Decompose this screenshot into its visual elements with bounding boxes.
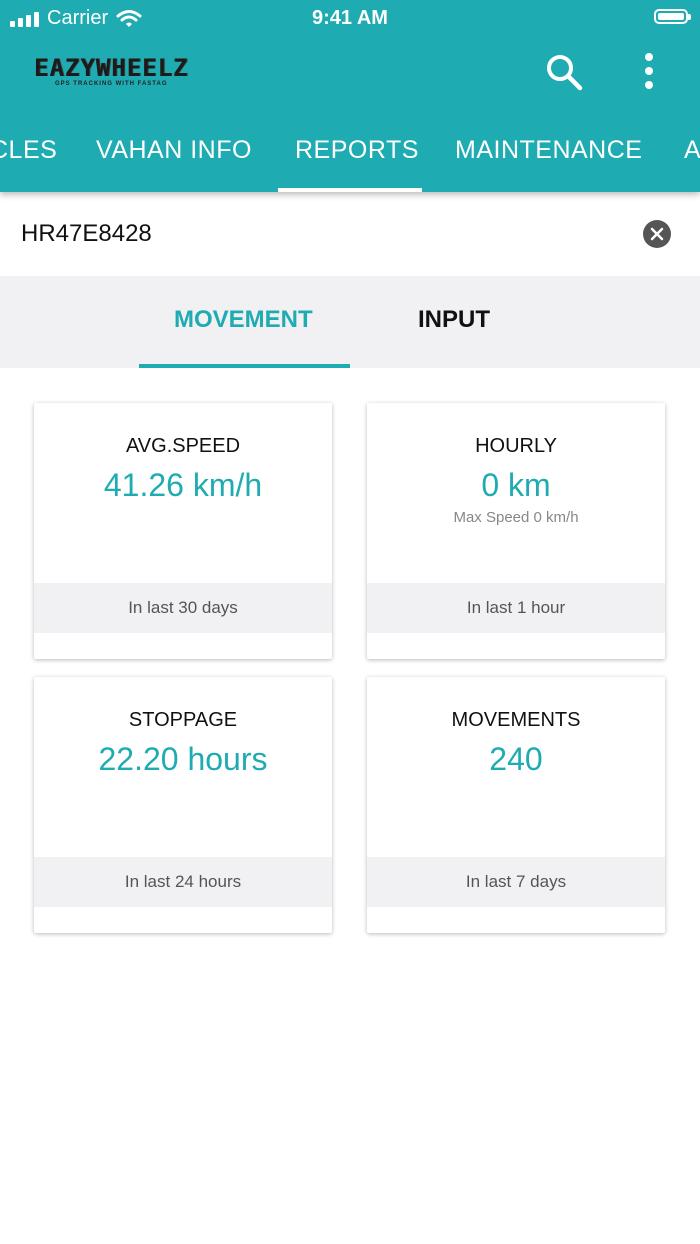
card-footer: In last 7 days [367, 857, 665, 907]
logo-text: EAZYWHEELZ [34, 54, 189, 82]
clear-vehicle-button[interactable] [643, 220, 671, 248]
vehicle-selector[interactable]: HR47E8428 [0, 192, 700, 276]
card-subtext: Max Speed 0 km/h [453, 509, 579, 526]
subtab-movement[interactable]: MOVEMENT [174, 306, 313, 334]
stoppage-card[interactable]: STOPPAGE 22.20 hours In last 24 hours [34, 677, 332, 933]
close-circle-icon [650, 227, 664, 241]
search-button[interactable] [544, 52, 584, 92]
card-footer: In last 24 hours [34, 857, 332, 907]
status-time: 9:41 AM [312, 7, 388, 29]
battery-icon [654, 9, 691, 24]
app-header: Carrier 9:41 AM EAZYWHEELZ GPS TRACKING … [0, 0, 700, 192]
card-footer: In last 1 hour [367, 583, 665, 633]
tab-reports[interactable]: REPORTS [295, 106, 419, 192]
card-title: HOURLY [475, 435, 557, 457]
tab-vehicles[interactable]: CLES [0, 106, 57, 192]
app-logo: EAZYWHEELZ GPS TRACKING WITH FASTAG [34, 56, 189, 87]
card-value: 41.26 km/h [103, 467, 263, 503]
tab-indicator [278, 188, 422, 192]
card-footer: In last 30 days [34, 583, 332, 633]
more-options-button[interactable] [636, 50, 662, 92]
report-subtabs: MOVEMENT INPUT [0, 276, 700, 368]
status-bar: Carrier 9:41 AM [0, 0, 700, 36]
vehicle-plate: HR47E8428 [21, 220, 152, 247]
card-value: 0 km [481, 467, 551, 503]
subtab-indicator [139, 364, 350, 368]
movements-card[interactable]: MOVEMENTS 240 In last 7 days [367, 677, 665, 933]
card-value: 22.20 hours [98, 741, 268, 777]
tab-vahan-info[interactable]: VAHAN INFO [96, 106, 252, 192]
card-title: STOPPAGE [128, 709, 238, 731]
avg-speed-card[interactable]: AVG.SPEED 41.26 km/h In last 30 days [34, 403, 332, 659]
main-tabs: CLES VAHAN INFO REPORTS MAINTENANCE A [0, 106, 700, 192]
search-icon [547, 55, 583, 91]
card-value: 240 [489, 741, 543, 777]
logo-tagline: GPS TRACKING WITH FASTAG [54, 81, 168, 87]
tab-next[interactable]: A [684, 106, 700, 192]
card-title: MOVEMENTS [451, 709, 581, 731]
subtab-input[interactable]: INPUT [418, 306, 490, 334]
hourly-card[interactable]: HOURLY 0 km Max Speed 0 km/h In last 1 h… [367, 403, 665, 659]
app-bar: EAZYWHEELZ GPS TRACKING WITH FASTAG [0, 36, 700, 106]
card-title: AVG.SPEED [125, 435, 241, 457]
tab-maintenance[interactable]: MAINTENANCE [455, 106, 642, 192]
more-vertical-icon [645, 53, 653, 89]
